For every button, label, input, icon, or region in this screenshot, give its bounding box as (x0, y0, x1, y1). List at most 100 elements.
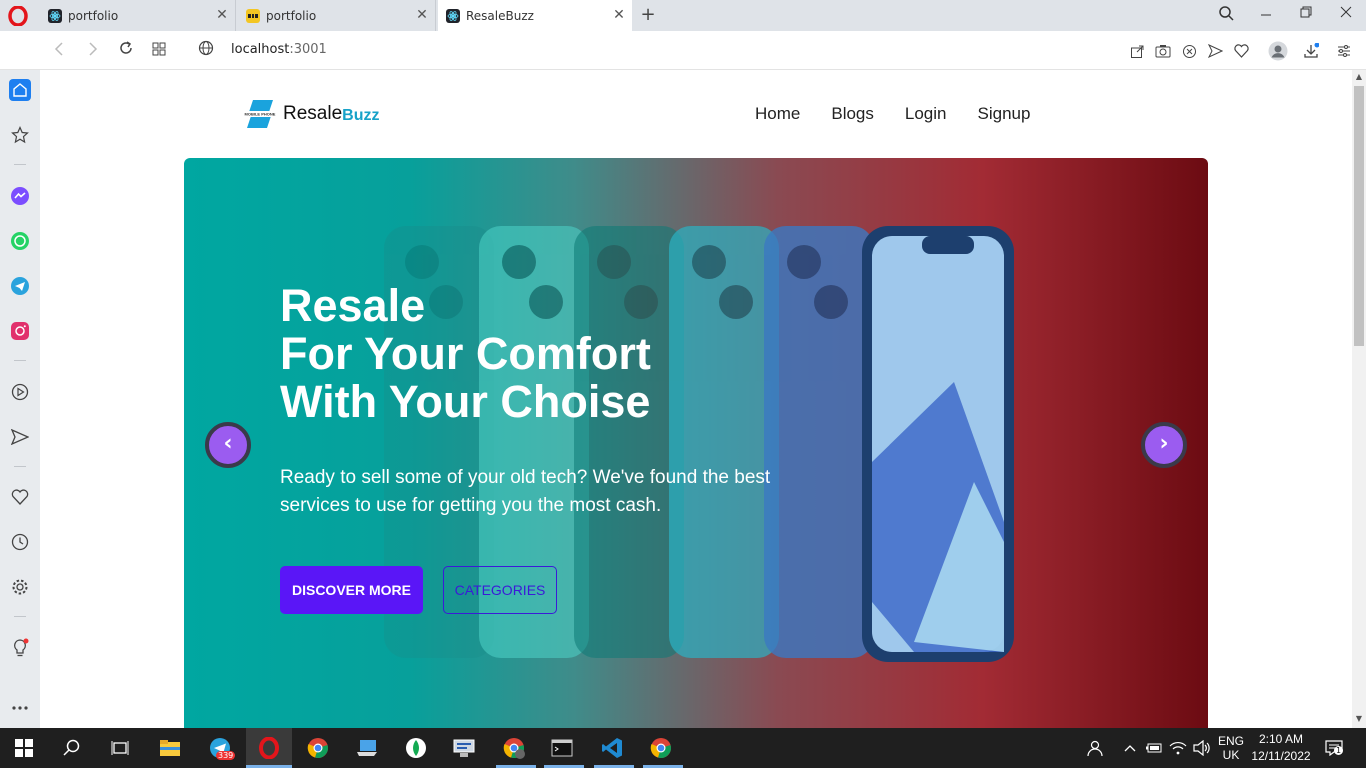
react-icon (446, 8, 460, 23)
close-tab-icon[interactable]: ✕ (612, 8, 626, 22)
nav-login[interactable]: Login (905, 104, 947, 124)
logo-yellow-icon (246, 8, 260, 23)
site-info-globe-icon[interactable] (195, 40, 217, 62)
clock[interactable]: 2:10 AM 12/11/2022 (1248, 732, 1314, 763)
carousel-next-button[interactable]: › (1141, 422, 1187, 468)
home-icon[interactable] (9, 79, 31, 101)
sidebar-divider (14, 360, 26, 361)
notification-count-badge: 1 (1334, 746, 1344, 755)
chrome-icon[interactable] (306, 736, 330, 760)
react-icon (48, 8, 62, 23)
forward-icon[interactable] (82, 40, 104, 62)
search-tabs-icon[interactable] (1214, 5, 1238, 25)
back-icon[interactable] (48, 40, 70, 62)
chrome-profile-icon[interactable] (502, 736, 526, 760)
telegram-taskbar-icon[interactable]: 339 (208, 736, 236, 760)
hero-banner: Resale For Your Comfort With Your Choise… (184, 158, 1208, 728)
url-host: localhost (231, 42, 290, 57)
telegram-unread-badge: 339 (216, 751, 236, 760)
categories-button[interactable]: CATEGORIES (443, 566, 557, 614)
volume-icon[interactable] (1190, 736, 1214, 760)
logo-tagline: MOBILE PHONE (245, 112, 276, 117)
reload-icon[interactable] (115, 40, 137, 62)
file-explorer-icon[interactable] (158, 736, 182, 760)
mongodb-compass-icon[interactable] (404, 736, 428, 760)
more-options-icon[interactable] (9, 697, 31, 719)
telegram-icon[interactable] (9, 275, 31, 297)
site-logo[interactable]: MOBILE PHONE Resale Buzz (243, 99, 379, 129)
sidebar-divider (14, 466, 26, 467)
terminal-icon[interactable] (550, 736, 574, 760)
language-code: ENG (1217, 734, 1244, 748)
search-icon[interactable] (60, 736, 84, 760)
messenger-icon[interactable] (9, 185, 31, 207)
tab-title: portfolio (266, 8, 317, 23)
tiles-icon[interactable] (148, 40, 170, 62)
task-view-icon[interactable] (108, 736, 132, 760)
page-scrollbar[interactable]: ▲ ▼ (1352, 70, 1366, 728)
adblock-icon[interactable] (1179, 41, 1199, 61)
hero-title-line: With Your Choise (280, 376, 651, 427)
nav-home[interactable]: Home (755, 104, 800, 124)
sidebar-divider (14, 164, 26, 165)
remote-desktop-icon[interactable] (355, 736, 379, 760)
send-icon[interactable] (1205, 41, 1225, 61)
nav-blogs[interactable]: Blogs (831, 104, 874, 124)
clock-time: 2:10 AM (1258, 732, 1304, 746)
easy-setup-icon[interactable] (1334, 41, 1354, 61)
settings-gear-icon[interactable] (9, 576, 31, 598)
hero-subtitle: Ready to sell some of your old tech? We'… (280, 467, 771, 516)
carousel-prev-button[interactable]: ‹ (205, 422, 251, 468)
pinboard-heart-icon[interactable] (9, 486, 31, 508)
vscode-icon[interactable] (600, 736, 624, 760)
close-tab-icon[interactable]: ✕ (415, 8, 429, 22)
scroll-up-icon[interactable]: ▲ (1354, 72, 1364, 81)
tab-resalebuzz-active[interactable]: ResaleBuzz ✕ (438, 0, 632, 31)
people-icon[interactable] (1082, 736, 1106, 760)
scrollbar-thumb[interactable] (1354, 86, 1364, 346)
windows-start-icon[interactable] (12, 736, 36, 760)
sidebar-divider (14, 616, 26, 617)
snapshot-camera-icon[interactable] (1153, 41, 1173, 61)
url-port: :3001 (289, 42, 327, 57)
hero-title-line: Resale (280, 280, 426, 331)
minimize-icon[interactable] (1254, 5, 1278, 25)
heart-icon[interactable] (1231, 41, 1251, 61)
keyboard-region: UK (1222, 748, 1240, 762)
show-hidden-icons-chevron-icon[interactable] (1118, 736, 1142, 760)
opera-taskbar-icon[interactable] (257, 736, 281, 760)
download-icon[interactable] (1301, 41, 1321, 61)
brand-accent: Buzz (342, 106, 380, 124)
new-tab-button[interactable]: + (638, 4, 658, 25)
windows-taskbar: 339 ENG UK 2:10 AM 12/11/2022 1 (0, 728, 1366, 768)
language-indicator[interactable]: ENG UK (1214, 734, 1248, 762)
network-app-icon[interactable] (452, 736, 476, 760)
scroll-down-icon[interactable]: ▼ (1354, 714, 1364, 723)
wifi-icon[interactable] (1166, 736, 1190, 760)
history-clock-icon[interactable] (9, 531, 31, 553)
close-tab-icon[interactable]: ✕ (215, 8, 229, 22)
whatsapp-icon[interactable] (9, 230, 31, 252)
chrome-secondary-icon[interactable] (649, 736, 673, 760)
hero-title-line: For Your Comfort (280, 328, 651, 379)
opera-logo-icon[interactable] (8, 6, 28, 26)
flow-send-icon[interactable] (9, 426, 31, 448)
notifications-icon[interactable]: 1 (1322, 736, 1346, 760)
tab-portfolio-1[interactable]: portfolio ✕ (40, 0, 236, 31)
share-icon[interactable] (1127, 41, 1147, 61)
tab-portfolio-2[interactable]: portfolio ✕ (238, 0, 436, 31)
close-window-icon[interactable] (1334, 5, 1358, 25)
instagram-icon[interactable] (9, 320, 31, 342)
discover-more-button[interactable]: DISCOVER MORE (280, 566, 423, 614)
brand-name: Resale (283, 103, 343, 124)
nav-signup[interactable]: Signup (978, 104, 1031, 124)
lightbulb-icon[interactable] (9, 637, 31, 659)
restore-icon[interactable] (1294, 5, 1318, 25)
battery-icon[interactable] (1142, 736, 1166, 760)
profile-avatar-icon[interactable] (1268, 41, 1288, 61)
url-field[interactable]: localhost:3001 (231, 42, 327, 57)
player-icon[interactable] (9, 381, 31, 403)
star-icon[interactable] (9, 124, 31, 146)
opera-sidebar (0, 70, 40, 728)
tab-title: ResaleBuzz (466, 8, 534, 23)
